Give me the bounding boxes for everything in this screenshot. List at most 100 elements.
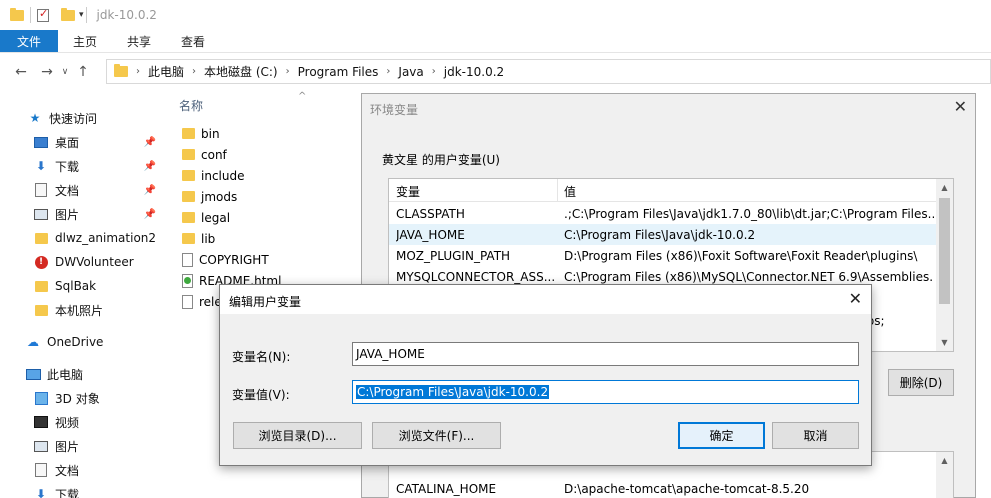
chevron-right-icon[interactable]: › (286, 66, 290, 77)
collapse-caret-icon[interactable]: ^ (298, 91, 306, 102)
column-header-value[interactable]: 值 (564, 183, 576, 200)
list-item[interactable]: legal (182, 207, 230, 228)
forward-arrow-icon[interactable]: → (36, 64, 58, 80)
pin-icon[interactable]: 📌 (144, 185, 156, 196)
table-row[interactable]: CLASSPATH .;C:\Program Files\Java\jdk1.7… (389, 203, 937, 224)
tab-file[interactable]: 文件 (0, 30, 58, 52)
file-name: bin (201, 126, 220, 141)
column-header-variable[interactable]: 变量 (396, 183, 420, 200)
tab-share[interactable]: 共享 (112, 30, 166, 52)
pin-icon[interactable]: 📌 (144, 137, 156, 148)
breadcrumb-program-files[interactable]: Program Files (298, 65, 379, 79)
scroll-up-icon[interactable]: ▲ (936, 452, 953, 469)
qat-dropdown-icon[interactable]: ▾ (79, 10, 84, 20)
breadcrumb-java[interactable]: Java (398, 65, 423, 79)
chevron-right-icon[interactable]: › (386, 66, 390, 77)
download-icon: ⬇ (35, 487, 47, 498)
sidebar-item-desktop[interactable]: 桌面 📌 (0, 131, 166, 153)
list-item[interactable]: jmods (182, 186, 237, 207)
folder-icon (182, 128, 195, 139)
close-icon[interactable]: ✕ (849, 289, 862, 308)
tab-home[interactable]: 主页 (58, 30, 112, 52)
dialog-title: 环境变量 (370, 103, 419, 117)
folder-icon (182, 233, 195, 244)
list-item[interactable]: bin (182, 123, 220, 144)
sidebar-item-label: 视频 (55, 415, 80, 430)
chevron-right-icon[interactable]: › (432, 66, 436, 77)
sidebar-item-onedrive[interactable]: ☁ OneDrive (0, 331, 166, 353)
sidebar-item-downloads[interactable]: ⬇ 下载 (0, 483, 166, 498)
list-item[interactable]: conf (182, 144, 227, 165)
sidebar-item-folder[interactable]: ! DWVolunteer (0, 251, 166, 273)
sidebar-item-documents[interactable]: 文档 (0, 459, 166, 481)
sidebar-item-label: 下载 (55, 159, 80, 174)
pin-icon[interactable]: 📌 (144, 209, 156, 220)
close-icon[interactable]: ✕ (954, 97, 967, 116)
file-name: conf (201, 147, 227, 162)
sidebar-item-label: 下载 (55, 487, 80, 498)
folder-icon (182, 212, 195, 223)
list-header: 变量 值 (389, 179, 937, 202)
browse-file-button[interactable]: 浏览文件(F)... (372, 422, 501, 449)
folder-icon (182, 170, 195, 181)
table-row[interactable]: MOZ_PLUGIN_PATH D:\Program Files (x86)\F… (389, 245, 937, 266)
chevron-right-icon[interactable]: › (136, 66, 140, 77)
vertical-scrollbar[interactable]: ▲ (936, 452, 953, 498)
up-arrow-icon[interactable]: ↑ (72, 64, 94, 80)
column-divider[interactable] (557, 179, 558, 202)
new-folder-icon[interactable] (61, 7, 75, 21)
list-item[interactable]: rele (182, 291, 222, 312)
variable-name-label: 变量名(N): (232, 350, 291, 364)
folder-icon (34, 280, 48, 292)
scroll-up-icon[interactable]: ▲ (936, 179, 953, 196)
variable-value-input[interactable]: C:\Program Files\Java\jdk-10.0.2 (352, 380, 859, 404)
address-bar[interactable]: › 此电脑 › 本地磁盘 (C:) › Program Files › Java… (106, 59, 991, 84)
breadcrumb-jdk[interactable]: jdk-10.0.2 (444, 65, 504, 79)
browse-directory-button[interactable]: 浏览目录(D)... (233, 422, 362, 449)
column-header-name[interactable]: 名称 (179, 97, 203, 114)
sidebar-item-label: 快速访问 (49, 111, 98, 126)
title-bar: ▾ jdk-10.0.2 (0, 0, 991, 30)
back-arrow-icon[interactable]: ← (10, 64, 32, 80)
sidebar-item-3d-objects[interactable]: 3D 对象 (0, 387, 166, 409)
tab-view[interactable]: 查看 (166, 30, 220, 52)
sidebar-item-folder[interactable]: dlwz_animation2 (0, 227, 166, 249)
pin-icon[interactable]: 📌 (144, 161, 156, 172)
scroll-down-icon[interactable]: ▼ (936, 334, 953, 351)
table-row-selected[interactable]: JAVA_HOME C:\Program Files\Java\jdk-10.0… (389, 224, 937, 245)
sidebar-item-downloads[interactable]: ⬇ 下载 📌 (0, 155, 166, 177)
sidebar-item-pictures[interactable]: 图片 (0, 435, 166, 457)
recent-chevron-icon[interactable]: ∨ (58, 67, 72, 77)
sidebar-item-quick-access[interactable]: ★ 快速访问 (0, 107, 166, 129)
table-row[interactable]: CATALINA_HOME D:\apache-tomcat\apache-to… (389, 479, 937, 498)
variable-name-input[interactable]: JAVA_HOME (352, 342, 859, 366)
cancel-button[interactable]: 取消 (772, 422, 859, 449)
file-name: legal (201, 210, 231, 225)
variable-value: C:\Program Files\Java\jdk-10.0.2 (564, 228, 756, 242)
sidebar-item-folder[interactable]: SqlBak (0, 275, 166, 297)
dialog-title-bar: 编辑用户变量 ✕ (220, 285, 871, 314)
delete-button[interactable]: 删除(D) (888, 369, 954, 396)
breadcrumb-local-disk[interactable]: 本地磁盘 (C:) (204, 63, 278, 80)
dialog-title: 编辑用户变量 (229, 295, 302, 309)
sidebar-item-documents[interactable]: 文档 📌 (0, 179, 166, 201)
list-item[interactable]: include (182, 165, 244, 186)
variable-name: CATALINA_HOME (396, 482, 497, 496)
sidebar-item-label: 本机照片 (55, 303, 104, 318)
list-item[interactable]: lib (182, 228, 215, 249)
chevron-right-icon[interactable]: › (192, 66, 196, 77)
breadcrumb-this-pc[interactable]: 此电脑 (148, 63, 184, 80)
sidebar-item-videos[interactable]: 视频 (0, 411, 166, 433)
sidebar-item-pictures[interactable]: 图片 📌 (0, 203, 166, 225)
navigation-pane: ★ 快速访问 桌面 📌 ⬇ 下载 📌 文档 📌 图片 📌 dlwz_animat… (0, 91, 166, 498)
sidebar-item-folder[interactable]: 本机照片 (0, 299, 166, 321)
sidebar-item-this-pc[interactable]: 此电脑 (0, 363, 166, 385)
ok-button[interactable]: 确定 (678, 422, 765, 449)
qat-separator-2 (85, 7, 87, 23)
scroll-thumb[interactable] (939, 198, 950, 304)
file-icon (182, 252, 193, 267)
vertical-scrollbar[interactable]: ▲ ▼ (936, 179, 953, 351)
list-item[interactable]: COPYRIGHT (182, 249, 269, 270)
properties-icon[interactable] (37, 7, 49, 22)
file-name: COPYRIGHT (199, 252, 269, 267)
